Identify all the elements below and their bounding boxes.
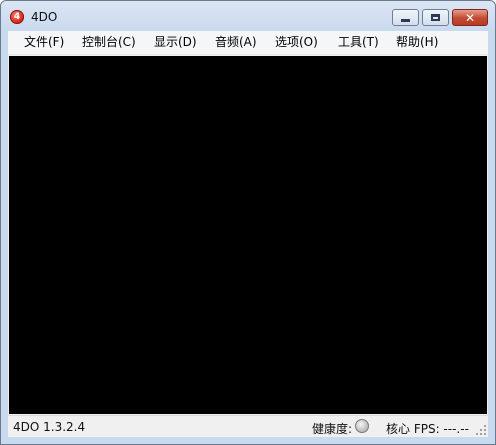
menu-bar: 文件(F) 控制台(C) 显示(D) 音频(A) 选项(O) 工具(T) 帮助(… — [8, 31, 488, 55]
menu-display[interactable]: 显示(D) — [153, 34, 198, 51]
close-icon: ✕ — [464, 10, 476, 25]
minimize-icon — [401, 19, 410, 22]
maximize-icon — [431, 14, 440, 21]
resize-grip-icon[interactable] — [476, 425, 486, 435]
close-button[interactable]: ✕ — [452, 9, 488, 26]
version-label: 4DO 1.3.2.4 — [13, 420, 86, 434]
emulator-screen[interactable] — [9, 56, 487, 414]
app-window: 4 4DO ✕ 文件(F) 控制台(C) 显示(D) 音频(A) 选项(O) 工… — [0, 0, 496, 445]
fps-readout: 核心 FPS: ---.-- — [386, 422, 469, 436]
menu-audio[interactable]: 音频(A) — [214, 34, 258, 51]
menu-options[interactable]: 选项(O) — [274, 34, 319, 51]
client-area: 文件(F) 控制台(C) 显示(D) 音频(A) 选项(O) 工具(T) 帮助(… — [8, 31, 488, 437]
maximize-button[interactable] — [422, 9, 449, 26]
menu-tools[interactable]: 工具(T) — [337, 34, 380, 51]
menu-help[interactable]: 帮助(H) — [395, 34, 439, 51]
health-label: 健康度: — [312, 422, 353, 436]
title-bar[interactable]: 4 4DO ✕ — [1, 1, 495, 31]
status-bar: 4DO 1.3.2.4 健康度: 核心 FPS: ---.-- — [8, 415, 488, 437]
app-logo-icon: 4 — [10, 10, 24, 24]
minimize-button[interactable] — [392, 9, 419, 26]
window-title: 4DO — [31, 10, 58, 24]
menu-console[interactable]: 控制台(C) — [81, 34, 137, 51]
menu-file[interactable]: 文件(F) — [23, 34, 65, 51]
health-indicator-icon — [355, 419, 369, 433]
